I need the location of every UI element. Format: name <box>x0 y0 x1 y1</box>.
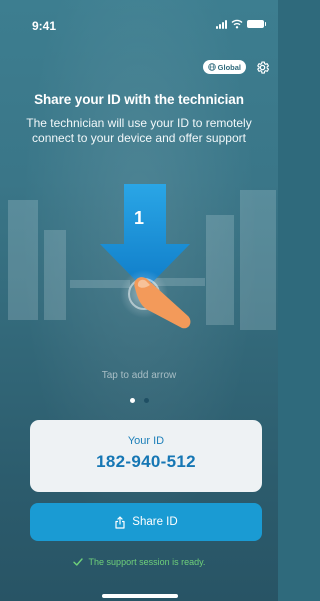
tap-hint: Tap to add arrow <box>101 370 177 381</box>
id-value: 182-940-512 <box>96 452 196 471</box>
signal-icon <box>216 19 227 29</box>
status-time: 9:41 <box>32 19 57 33</box>
checkmark-icon <box>72 558 83 566</box>
battery-icon <box>247 20 266 28</box>
session-status-text: The support session is ready. <box>88 557 206 567</box>
page-dot[interactable] <box>143 398 149 403</box>
share-icon <box>115 515 125 529</box>
share-id-button[interactable]: Share ID <box>30 503 262 541</box>
step-number: 1 <box>133 208 144 228</box>
status-bar: 9:41 <box>0 0 278 44</box>
status-icons <box>216 19 266 29</box>
top-actions: Global <box>202 59 270 75</box>
id-label: Your ID <box>127 435 165 447</box>
region-label: Global <box>217 62 241 72</box>
region-selector[interactable]: Global <box>202 60 246 74</box>
page-indicator <box>0 398 278 403</box>
wifi-icon <box>231 19 243 29</box>
gear-icon <box>256 60 269 74</box>
page-dot-active[interactable] <box>129 398 135 403</box>
globe-icon <box>207 63 216 71</box>
share-id-label: Share ID <box>132 516 178 528</box>
app-screen: 9:41 Global Share your ID with the techn… <box>0 0 278 601</box>
page-title: Share your ID with the technician <box>34 92 244 107</box>
page-subtitle: The technician will use your ID to remot… <box>26 116 252 145</box>
home-indicator[interactable] <box>102 594 178 598</box>
id-card: Your ID 182-940-512 <box>30 420 262 492</box>
tap-arrow-illustration[interactable] <box>90 182 200 332</box>
session-status: The support session is ready. <box>0 557 278 567</box>
settings-button[interactable] <box>254 59 270 75</box>
